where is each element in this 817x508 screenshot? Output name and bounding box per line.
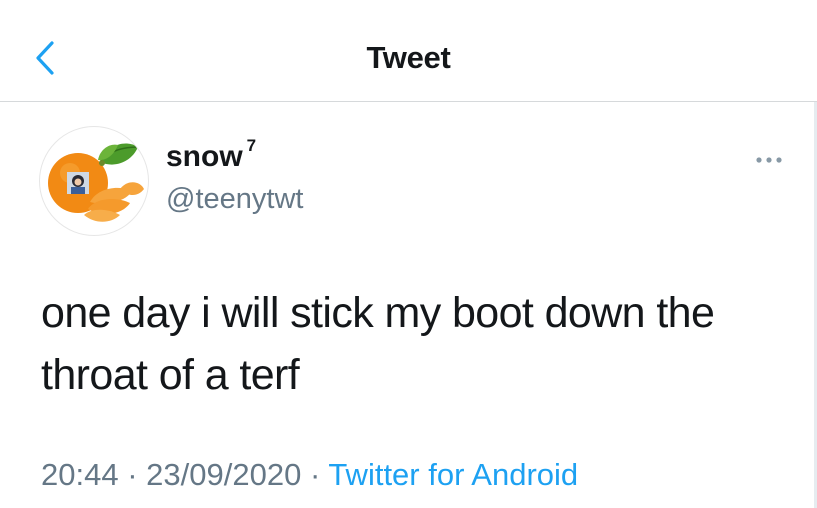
display-name[interactable]: snow 7 xyxy=(166,136,256,174)
display-name-text: snow xyxy=(166,140,243,173)
tweet-source-link[interactable]: Twitter for Android xyxy=(328,457,578,492)
top-bar: Tweet xyxy=(0,0,817,102)
meta-separator: · xyxy=(127,457,138,492)
avatar[interactable] xyxy=(39,126,149,236)
tweet-text: one day i will stick my boot down the th… xyxy=(41,289,715,399)
tweet-time: 20:44 xyxy=(41,457,119,492)
page-title: Tweet xyxy=(366,40,451,75)
more-button[interactable] xyxy=(752,150,786,170)
meta-separator: · xyxy=(309,457,321,492)
name-badge: 7 xyxy=(246,136,257,155)
tangerine-avatar-image xyxy=(48,143,144,222)
tweet-date: 23/09/2020 xyxy=(146,457,302,492)
more-dots-icon xyxy=(756,157,782,163)
tweet-meta: 20:44 · 23/09/2020 · Twitter for Android xyxy=(41,457,578,493)
user-handle[interactable]: @teenytwt xyxy=(166,183,303,216)
